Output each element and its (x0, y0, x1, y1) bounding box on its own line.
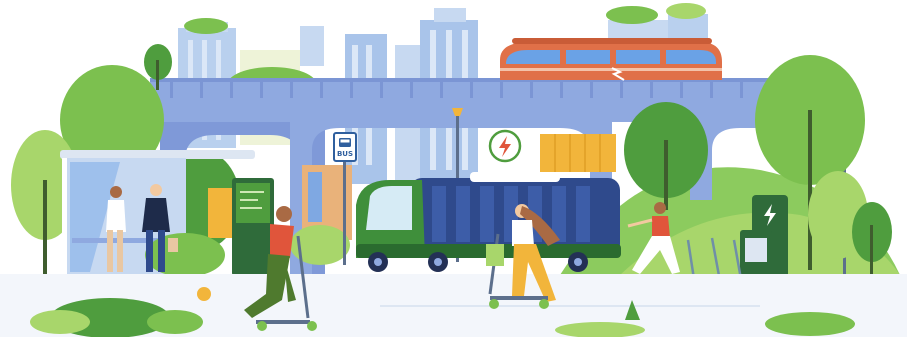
rooftop-bush (606, 6, 658, 24)
charging-badge (488, 129, 522, 163)
tree-trunk (43, 180, 47, 275)
rooftop-bush (666, 3, 706, 19)
rooftop-bush (184, 18, 228, 34)
train-roof (512, 38, 712, 44)
crate (540, 134, 616, 172)
bus-roof-unit (470, 172, 560, 182)
bus-stop-label: BUS (337, 150, 353, 158)
crate (208, 188, 234, 238)
bus-windshield (366, 186, 412, 230)
scooter-basket (486, 244, 504, 266)
building-window (308, 172, 322, 222)
train-stripe (500, 68, 722, 71)
shelter-post (62, 158, 67, 276)
bus-icon (339, 138, 351, 147)
building (300, 26, 324, 66)
building (434, 8, 466, 22)
bush (145, 233, 225, 277)
shelter-roof (60, 150, 255, 159)
tree-trunk (156, 60, 159, 90)
train (500, 38, 722, 81)
city-illustration: BUS (0, 3, 907, 337)
